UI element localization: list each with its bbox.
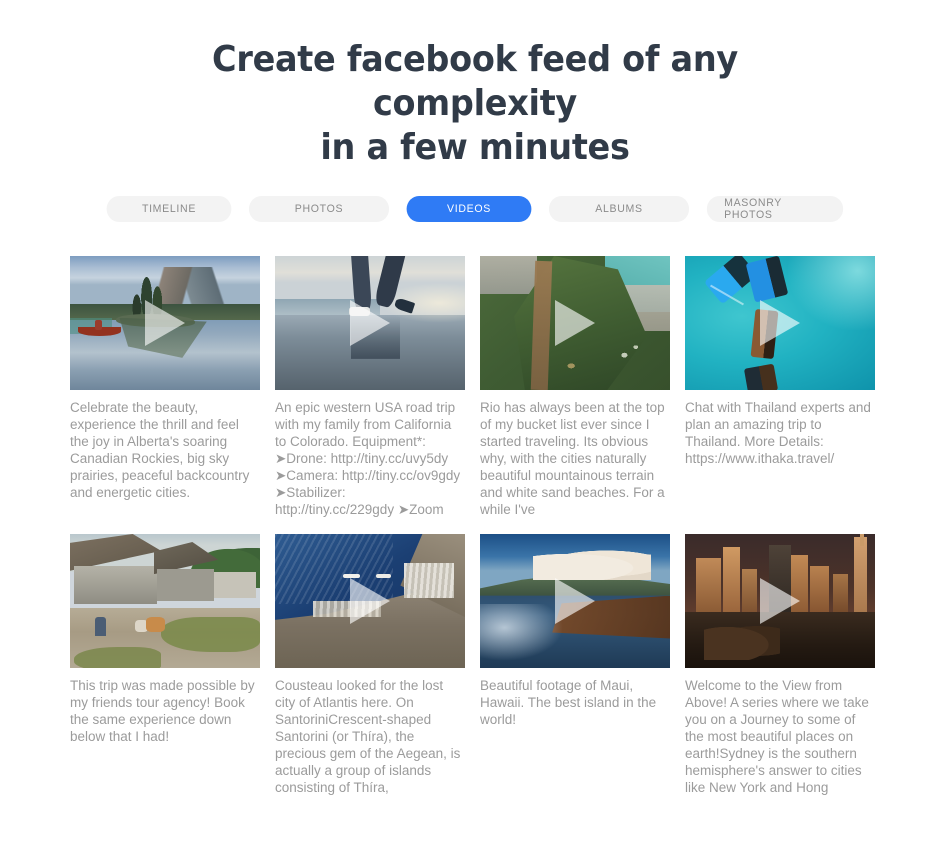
feed-item-caption: This trip was made possible by my friend… [70,678,259,744]
thumbnail-art [94,320,103,330]
feed-item-caption: An epic western USA road trip with my fa… [275,400,464,517]
feed-item-caption: Cousteau looked for the lost city of Atl… [275,678,465,795]
feed-item[interactable]: Beautiful footage of Maui, Hawaii. The b… [480,534,670,728]
video-thumbnail[interactable] [70,534,260,668]
thumbnail-art [768,544,792,615]
feed-item-caption: Celebrate the beauty, experience the thr… [70,400,254,500]
video-thumbnail[interactable] [480,534,670,668]
thumbnail-art [275,534,393,604]
thumbnail-art [833,574,849,615]
video-thumbnail[interactable] [685,256,875,390]
feed-item[interactable]: Welcome to the View from Above! A series… [685,534,875,796]
tab-videos[interactable]: VIDEOS [406,196,532,222]
thumbnail-art [214,571,257,599]
feed-tab-bar: TIMELINE PHOTOS VIDEOS ALBUMS MASONRY PH… [0,196,950,222]
video-thumbnail[interactable] [275,534,465,668]
feed-item-caption: Chat with Thailand experts and plan an a… [685,400,875,466]
thumbnail-art [704,622,780,660]
thumbnail-art [723,547,741,615]
thumbnail-art [73,646,162,668]
video-thumbnail[interactable] [685,534,875,668]
tab-photos[interactable]: PHOTOS [248,196,390,222]
feed-item[interactable]: An epic western USA road trip with my fa… [275,256,465,518]
feed-item[interactable]: Celebrate the beauty, experience the thr… [70,256,260,501]
thumbnail-art [351,316,401,360]
video-thumbnail[interactable] [275,256,465,390]
feed-item[interactable]: Chat with Thailand experts and plan an a… [685,256,875,467]
thumbnail-art [313,601,382,618]
thumbnail-art [480,603,568,663]
video-feed-grid: Celebrate the beauty, experience the thr… [70,256,880,796]
thumbnail-art [161,617,260,652]
thumbnail-art [94,617,107,636]
page-title-line-2: in a few minutes [320,127,630,168]
feed-item[interactable]: Cousteau looked for the lost city of Atl… [275,534,465,796]
video-thumbnail[interactable] [480,256,670,390]
thumbnail-art [375,574,391,579]
thumbnail-art [146,617,165,632]
thumbnail-art [404,563,454,599]
thumbnail-art [349,306,370,317]
thumbnail-art [743,363,779,390]
thumbnail-art [742,568,758,615]
thumbnail-art [810,566,830,615]
tab-timeline[interactable]: TIMELINE [106,196,232,222]
thumbnail-art [157,568,215,601]
feed-item[interactable]: This trip was made possible by my friend… [70,534,260,745]
feed-item-caption: Welcome to the View from Above! A series… [685,678,873,795]
tab-albums[interactable]: ALBUMS [548,196,690,222]
thumbnail-art [696,558,722,615]
page-title: Create facebook feed of any complexity i… [140,38,810,170]
feed-item-caption: Rio has always been at the top of my buc… [480,400,669,517]
tab-masonry-photos[interactable]: MASONRY PHOTOS [706,196,844,222]
feed-item-caption: Beautiful footage of Maui, Hawaii. The b… [480,678,660,727]
page-root: Create facebook feed of any complexity i… [0,38,950,796]
feed-item[interactable]: Rio has always been at the top of my buc… [480,256,670,518]
video-thumbnail[interactable] [70,256,260,390]
thumbnail-art [73,566,158,604]
thumbnail-art [533,550,651,580]
thumbnail-art [343,574,361,579]
thumbnail-art [480,256,670,390]
thumbnail-art [787,256,875,330]
thumbnail-art [791,555,809,615]
thumbnail-art [859,534,864,547]
thumbnail-art [127,264,177,321]
page-title-line-1: Create facebook feed of any complexity [212,39,738,124]
